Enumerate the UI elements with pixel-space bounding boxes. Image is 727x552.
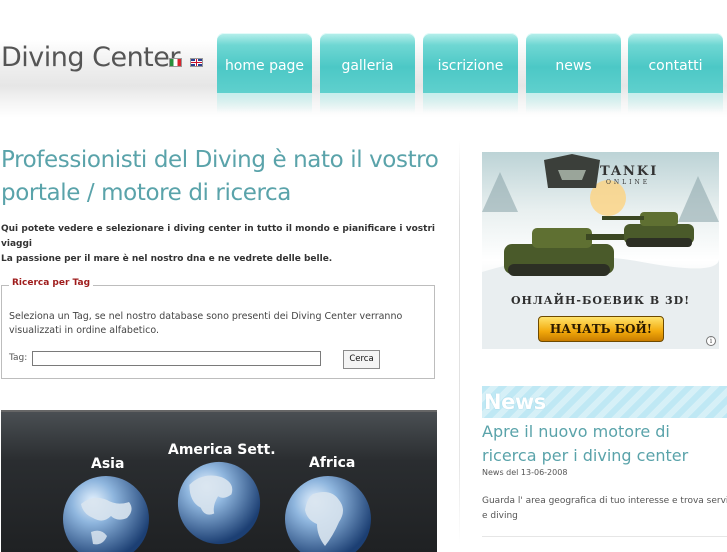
tag-input[interactable] — [32, 351, 321, 366]
nav-reflection — [320, 93, 415, 113]
ad-start-button[interactable]: НАЧАТЬ БОЙ! — [538, 316, 664, 342]
column-divider — [459, 140, 460, 545]
advertisement-banner[interactable]: TANKI ONLINE ОНЛАЙН-БОЕВИК В 3D! НАЧАТЬ … — [482, 152, 719, 349]
region-map-banner: Asia America Sett. Africa — [1, 410, 437, 552]
nav-label: contatti — [648, 58, 703, 74]
nav-label: home page — [224, 58, 305, 74]
nav-label: galleria — [341, 58, 394, 74]
news-item-title[interactable]: Apre il nuovo motore di ricerca per i di… — [482, 420, 722, 468]
news-item-body: Guarda l' area geografica di tuo interes… — [482, 496, 727, 521]
site-logo[interactable]: Diving Center — [1, 42, 180, 73]
globe-asia-icon[interactable] — [61, 474, 151, 552]
tag-search-legend: Ricerca per Tag — [9, 278, 94, 288]
nav-reflection — [217, 93, 312, 113]
news-item-date: News del 13-06-2008 — [482, 468, 568, 477]
nav-iscrizione[interactable]: iscrizione — [423, 33, 518, 93]
page-headline: Professionisti del Diving è nato il vost… — [1, 147, 439, 206]
nav-label: iscrizione — [437, 58, 504, 74]
ad-brand: TANKI — [600, 164, 659, 179]
intro-text: Qui potete vedere e selezionare i diving… — [1, 222, 435, 267]
nav-home-page[interactable]: home page — [217, 33, 312, 93]
tag-label: Tag: — [9, 353, 28, 363]
nav-galleria[interactable]: galleria — [320, 33, 415, 93]
news-separator — [482, 536, 727, 537]
ad-brand-sub: ONLINE — [606, 179, 651, 186]
nav-label: news — [555, 58, 592, 74]
ad-info-icon[interactable]: i — [706, 336, 716, 346]
nav-reflection — [628, 93, 723, 113]
intro-line: La passione per il mare è nel nostro dna… — [1, 254, 333, 264]
nav-contatti[interactable]: contatti — [628, 33, 723, 93]
region-label-asia[interactable]: Asia — [91, 456, 124, 472]
tanki-logo-icon — [544, 154, 600, 188]
search-button[interactable]: Cerca — [343, 350, 380, 369]
tag-search-box: Ricerca per Tag Seleziona un Tag, se nel… — [1, 278, 435, 379]
nav-news[interactable]: news — [526, 33, 621, 93]
globe-africa-icon[interactable] — [283, 474, 373, 552]
news-header: News — [482, 386, 727, 418]
english-flag-icon[interactable] — [190, 58, 203, 67]
globe-north-america-icon[interactable] — [176, 460, 262, 546]
nav-reflection — [526, 93, 621, 113]
nav-reflection — [423, 93, 518, 113]
region-label-africa[interactable]: Africa — [309, 455, 355, 471]
italian-flag-icon[interactable] — [169, 58, 182, 67]
region-label-north-america[interactable]: America Sett. — [168, 442, 276, 458]
ad-slogan: ОНЛАЙН-БОЕВИК В 3D! — [510, 294, 691, 307]
tag-search-description: Seleziona un Tag, se nel nostro database… — [9, 311, 403, 336]
intro-line: Qui potete vedere e selezionare i diving… — [1, 224, 435, 249]
news-heading: News — [484, 390, 546, 414]
